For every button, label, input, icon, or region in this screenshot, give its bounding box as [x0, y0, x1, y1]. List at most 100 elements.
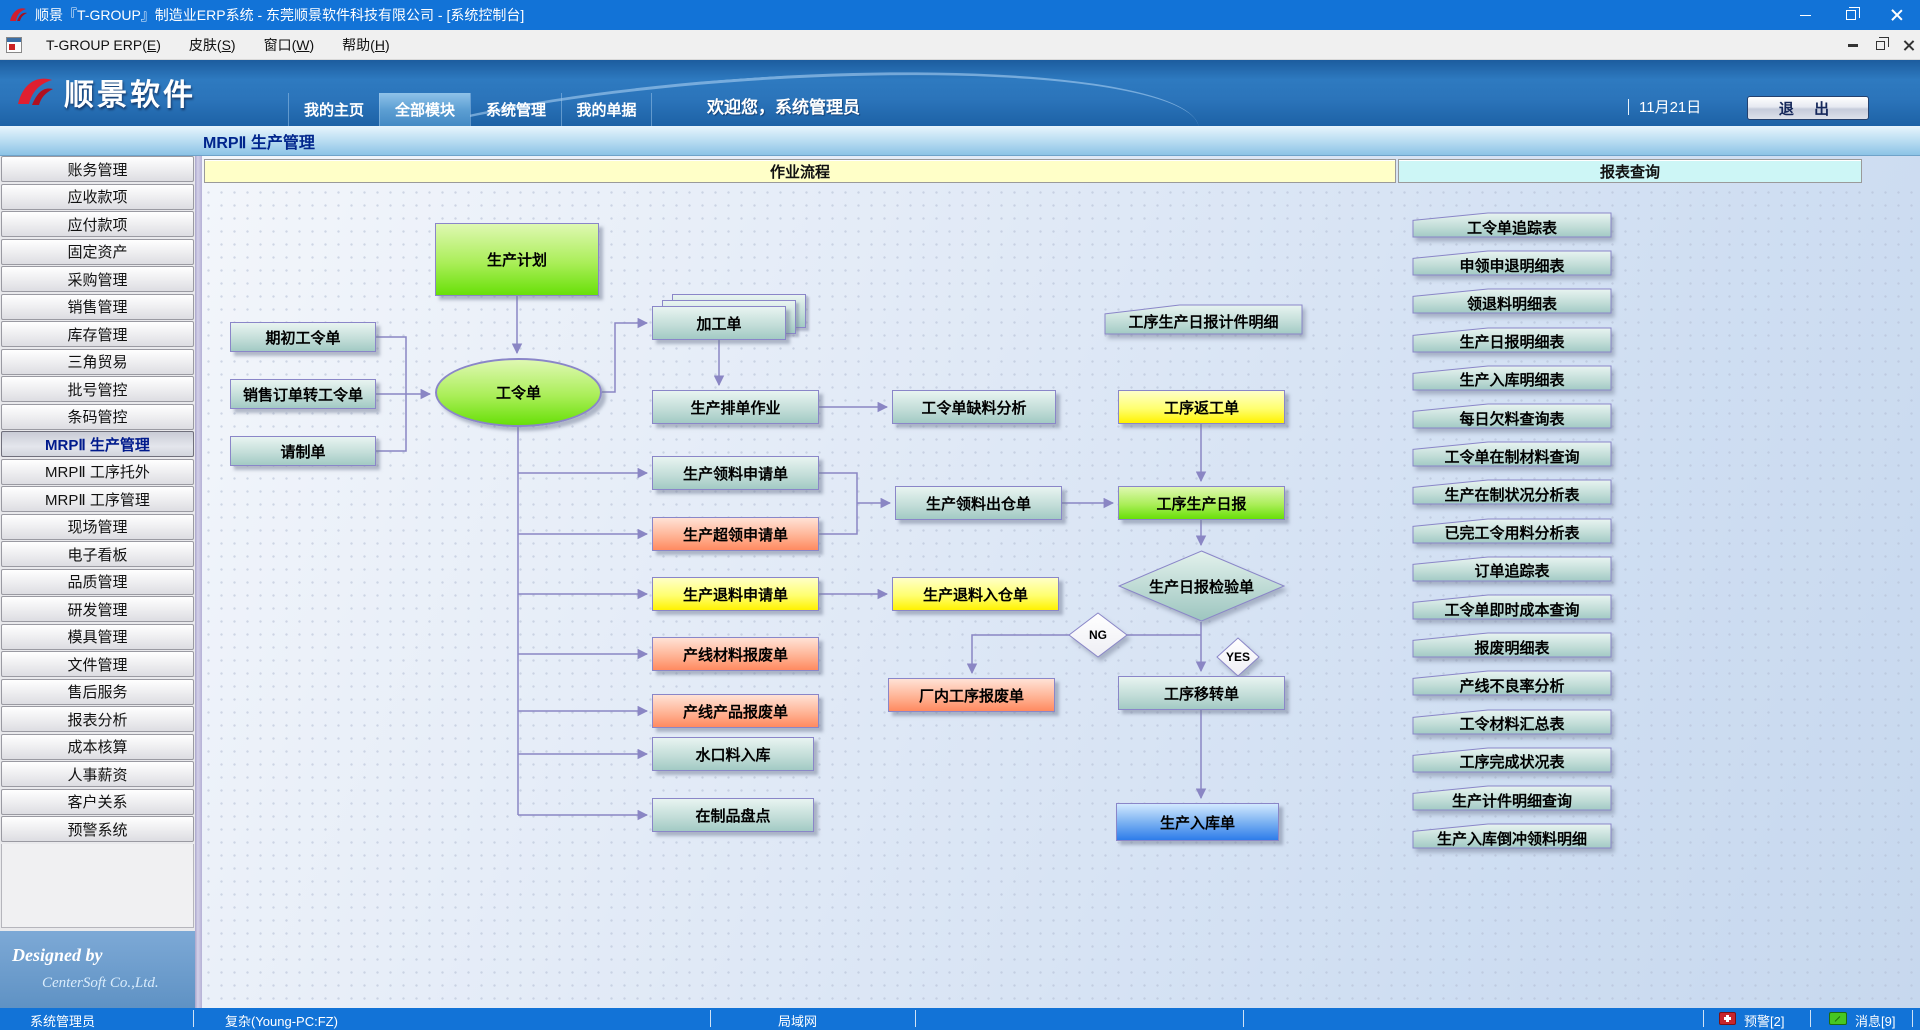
report-button[interactable]: 工令材料汇总表 — [1412, 709, 1612, 735]
report-button[interactable]: 已完工令用料分析表 — [1412, 518, 1612, 544]
sidebar-item[interactable]: 研发管理 — [1, 596, 194, 622]
flow-node-request-make-order[interactable]: 请制单 — [230, 436, 376, 466]
report-button-label: 工令材料汇总表 — [1412, 711, 1612, 737]
sidebar-item[interactable]: MRPⅡ 工序托外 — [1, 459, 194, 485]
report-button[interactable]: 生产入库倒冲领料明细 — [1412, 823, 1612, 849]
flow-node-line-material-scrap[interactable]: 产线材料报废单 — [652, 637, 819, 671]
report-button-label: 订单追踪表 — [1412, 558, 1612, 584]
designed-by-panel: Designed by CenterSoft Co.,Ltd. — [0, 931, 195, 1008]
minimize-icon — [1800, 15, 1811, 16]
flow-node-material-return-request[interactable]: 生产退料申请单 — [652, 577, 819, 611]
mdi-minimize-icon[interactable] — [1848, 44, 1858, 47]
flow-panel-header: 作业流程 — [204, 159, 1396, 183]
flow-node-process-daily-report[interactable]: 工序生产日报 — [1118, 486, 1285, 520]
close-icon — [1891, 9, 1903, 21]
report-button[interactable]: 报废明细表 — [1412, 632, 1612, 658]
menu-item[interactable]: T-GROUP ERP(E) — [32, 33, 175, 57]
nav-tab[interactable]: 全部模块 — [379, 93, 470, 126]
sidebar-item[interactable]: 预警系统 — [1, 816, 194, 842]
sidebar-item[interactable]: 库存管理 — [1, 321, 194, 347]
exit-button[interactable]: 退 出 — [1747, 96, 1869, 120]
sidebar-item[interactable]: 文件管理 — [1, 651, 194, 677]
report-button[interactable]: 生产入库明细表 — [1412, 365, 1612, 391]
flow-node-production-scheduling[interactable]: 生产排单作业 — [652, 390, 819, 424]
report-button[interactable]: 领退料明细表 — [1412, 288, 1612, 314]
sidebar-item[interactable]: 采购管理 — [1, 266, 194, 292]
sidebar-item[interactable]: 现场管理 — [1, 514, 194, 540]
sidebar-item[interactable]: 人事薪资 — [1, 761, 194, 787]
flow-node-material-return-receipt[interactable]: 生产退料入仓单 — [892, 577, 1059, 611]
window-restore-button[interactable] — [1828, 0, 1874, 30]
flow-node-daily-report-inspection[interactable]: 生产日报检验单 — [1118, 550, 1285, 622]
flow-node-initial-work-order[interactable]: 期初工令单 — [230, 322, 376, 352]
menu-item[interactable]: 帮助(H) — [328, 33, 403, 57]
sidebar-item[interactable]: 客户关系 — [1, 789, 194, 815]
flow-node-daily-piecework-detail[interactable]: 工序生产日报计件明细 — [1104, 304, 1303, 335]
sidebar-item[interactable]: 销售管理 — [1, 294, 194, 320]
flow-node-material-issue-note[interactable]: 生产领料出仓单 — [895, 486, 1062, 520]
flow-node-sales-order-to-work-order[interactable]: 销售订单转工令单 — [230, 379, 376, 409]
report-button[interactable]: 每日欠料查询表 — [1412, 403, 1612, 429]
report-button-label: 生产日报明细表 — [1412, 329, 1612, 355]
report-button[interactable]: 工令单在制材料查询 — [1412, 441, 1612, 467]
report-button[interactable]: 生产日报明细表 — [1412, 327, 1612, 353]
sidebar-item[interactable]: 三角贸易 — [1, 349, 194, 375]
menu-item[interactable]: 窗口(W) — [250, 33, 329, 57]
nav-tab[interactable]: 我的主页 — [288, 93, 379, 126]
status-user: 系统管理员 — [30, 1011, 95, 1030]
sidebar-item[interactable]: 应付款项 — [1, 211, 194, 237]
flow-node-inhouse-process-scrap[interactable]: 厂内工序报废单 — [888, 678, 1055, 712]
nav-tab[interactable]: 我的单据 — [561, 93, 652, 126]
sidebar-item[interactable]: 模具管理 — [1, 624, 194, 650]
report-button-label: 工序完成状况表 — [1412, 749, 1612, 775]
window-minimize-button[interactable] — [1782, 0, 1828, 30]
sidebar-item[interactable]: 应收款项 — [1, 184, 194, 210]
report-button[interactable]: 申领申退明细表 — [1412, 250, 1612, 276]
flow-node-work-order[interactable]: 工令单 — [435, 358, 602, 427]
flow-node-production-inbound-order[interactable]: 生产入库单 — [1116, 803, 1279, 841]
report-button[interactable]: 生产在制状况分析表 — [1412, 479, 1612, 505]
flow-node-process-transfer-order[interactable]: 工序移转单 — [1118, 676, 1285, 710]
status-messages[interactable]: 消息[9] — [1855, 1011, 1895, 1030]
mdi-child-icon — [6, 37, 22, 53]
flow-node-ng-label[interactable]: NG — [1068, 612, 1128, 658]
mdi-close-icon[interactable] — [1903, 40, 1914, 51]
mdi-restore-icon[interactable] — [1876, 41, 1885, 50]
flow-node-wip-stocktake[interactable]: 在制品盘点 — [652, 798, 814, 832]
sidebar-item[interactable]: 成本核算 — [1, 734, 194, 760]
sidebar-item[interactable]: MRPⅡ 生产管理 — [1, 431, 194, 457]
window-close-button[interactable] — [1874, 0, 1920, 30]
report-button[interactable]: 订单追踪表 — [1412, 556, 1612, 582]
app-logo-icon — [8, 5, 28, 25]
sidebar-item[interactable]: 固定资产 — [1, 239, 194, 265]
flow-node-label: 生产日报检验单 — [1118, 550, 1285, 622]
sidebar-item[interactable]: 品质管理 — [1, 569, 194, 595]
sidebar-item[interactable]: 账务管理 — [1, 156, 194, 182]
flow-node-work-order-shortage-analysis[interactable]: 工令单缺料分析 — [892, 390, 1056, 424]
report-button[interactable]: 工令单追踪表 — [1412, 212, 1612, 238]
flow-node-yes-label[interactable]: YES — [1216, 637, 1260, 677]
sidebar-item[interactable]: 条码管控 — [1, 404, 194, 430]
flow-node-sprue-material-inbound[interactable]: 水口料入库 — [652, 737, 814, 771]
flow-node-over-requisition[interactable]: 生产超领申请单 — [652, 517, 819, 551]
flow-node-processing-order[interactable]: 加工单 — [652, 306, 786, 340]
report-button[interactable]: 工序完成状况表 — [1412, 747, 1612, 773]
nav-tab[interactable]: 系统管理 — [470, 93, 561, 126]
flow-node-line-product-scrap[interactable]: 产线产品报废单 — [652, 694, 819, 728]
sidebar-item[interactable]: 售后服务 — [1, 679, 194, 705]
separator — [710, 1010, 711, 1027]
flow-node-process-rework-order[interactable]: 工序返工单 — [1118, 390, 1285, 424]
sidebar-item[interactable]: 批号管控 — [1, 376, 194, 402]
report-button[interactable]: 产线不良率分析 — [1412, 670, 1612, 696]
flow-node-production-plan[interactable]: 生产计划 — [435, 223, 599, 296]
status-alerts[interactable]: 预警[2] — [1744, 1011, 1784, 1030]
flow-node-material-requisition[interactable]: 生产领料申请单 — [652, 456, 819, 490]
menu-item[interactable]: 皮肤(S) — [175, 33, 250, 57]
sidebar-item[interactable]: MRPⅡ 工序管理 — [1, 486, 194, 512]
window-title: 顺景『T-GROUP』制造业ERP系统 - 东莞顺景软件科技有限公司 - [系统… — [35, 5, 524, 25]
sidebar-item[interactable]: 电子看板 — [1, 541, 194, 567]
report-button[interactable]: 工令单即时成本查询 — [1412, 594, 1612, 620]
report-button[interactable]: 生产计件明细查询 — [1412, 785, 1612, 811]
restore-icon — [1846, 10, 1856, 20]
sidebar-item[interactable]: 报表分析 — [1, 706, 194, 732]
